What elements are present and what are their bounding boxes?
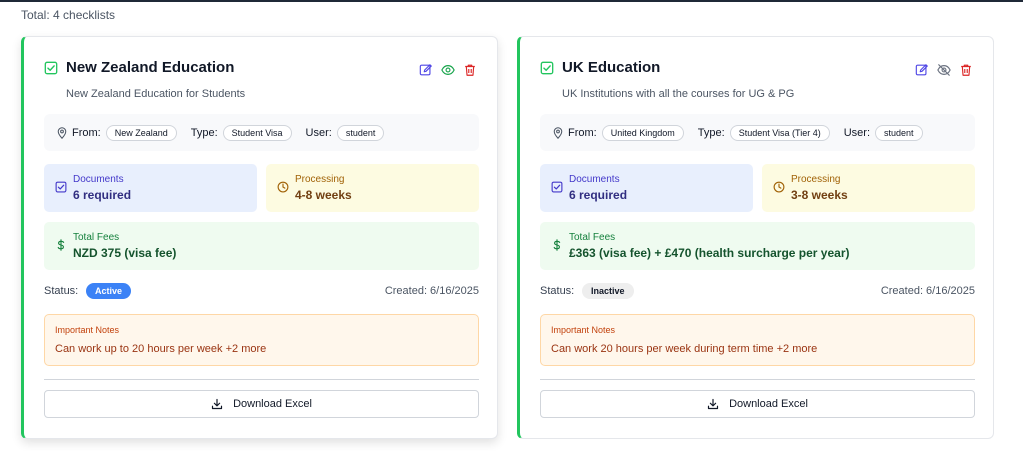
trash-icon[interactable]	[463, 63, 477, 77]
dollar-icon	[55, 239, 67, 251]
checkbox-icon	[551, 181, 563, 193]
edit-icon[interactable]	[419, 63, 433, 77]
checklist-check-icon	[540, 61, 554, 75]
fees-value: £363 (visa fee) + £470 (health surcharge…	[569, 246, 850, 260]
documents-label: Documents	[569, 174, 620, 185]
fees-label: Total Fees	[569, 232, 616, 243]
processing-label: Processing	[791, 174, 841, 185]
checklist-card: UK Education UK Institutions with all th…	[517, 36, 994, 439]
download-excel-button[interactable]: Download Excel	[540, 390, 975, 418]
user-label: User:	[305, 126, 332, 139]
eye-icon[interactable]	[441, 63, 455, 77]
documents-value: 6 required	[73, 188, 132, 202]
processing-value: 4-8 weeks	[295, 188, 352, 202]
fees-box: Total Fees £363 (visa fee) + £470 (healt…	[540, 222, 975, 270]
notes-label: Important Notes	[551, 325, 616, 335]
created-date: Created: 6/16/2025	[384, 285, 479, 297]
status-row: Status: Active Created: 6/16/2025	[44, 283, 479, 301]
card-actions	[915, 63, 973, 77]
type-label: Type:	[697, 126, 725, 139]
dollar-icon	[551, 239, 563, 251]
clock-icon	[773, 181, 785, 193]
download-icon	[707, 398, 719, 410]
status-badge: Inactive	[582, 283, 634, 299]
checkbox-icon	[55, 181, 67, 193]
from-value: United Kingdom	[601, 124, 684, 141]
user-value: student	[336, 124, 385, 141]
card-title: UK Education	[562, 59, 661, 76]
important-notes: Important Notes Can work 20 hours per we…	[540, 314, 975, 366]
type-value: Student Visa	[222, 124, 292, 141]
card-title-row: UK Education	[540, 59, 660, 76]
type-label: Type:	[190, 126, 218, 139]
documents-box: Documents 6 required	[540, 164, 753, 212]
card-description: New Zealand Education for Students	[66, 88, 246, 100]
notes-text: Can work up to 20 hours per week +2 more	[55, 343, 267, 355]
map-pin-icon	[56, 126, 68, 139]
card-actions	[419, 63, 477, 77]
card-title-row: New Zealand Education	[44, 59, 234, 76]
card-description: UK Institutions with all the courses for…	[562, 88, 795, 100]
status-label: Status:	[44, 285, 79, 297]
fees-label: Total Fees	[73, 232, 120, 243]
documents-box: Documents 6 required	[44, 164, 257, 212]
notes-text: Can work 20 hours per week during term t…	[551, 343, 818, 355]
status-badge: Active	[86, 283, 132, 299]
status-label: Status:	[540, 285, 575, 297]
checklist-count: Total: 4 checklists	[21, 8, 116, 22]
from-value: New Zealand	[105, 124, 177, 141]
card-title: New Zealand Education	[66, 59, 235, 76]
checklist-card: New Zealand Education New Zealand Educat…	[21, 36, 498, 439]
status-row: Status: Inactive Created: 6/16/2025	[540, 283, 975, 301]
documents-value: 6 required	[569, 188, 628, 202]
card-meta: From: New Zealand Type: Student Visa Use…	[44, 114, 479, 151]
download-excel-button[interactable]: Download Excel	[44, 390, 479, 418]
processing-box: Processing 4-8 weeks	[266, 164, 479, 212]
trash-icon[interactable]	[959, 63, 973, 77]
from-label: From:	[72, 126, 101, 139]
divider	[44, 379, 479, 380]
notes-label: Important Notes	[55, 325, 120, 335]
download-label: Download Excel	[233, 398, 312, 410]
fees-box: Total Fees NZD 375 (visa fee)	[44, 222, 479, 270]
eye-off-icon[interactable]	[937, 63, 951, 77]
processing-value: 3-8 weeks	[791, 188, 848, 202]
created-date: Created: 6/16/2025	[880, 285, 975, 297]
fees-value: NZD 375 (visa fee)	[73, 246, 177, 260]
divider	[540, 379, 975, 380]
download-icon	[211, 398, 223, 410]
user-value: student	[875, 124, 923, 141]
download-label: Download Excel	[729, 398, 808, 410]
map-pin-icon	[552, 126, 564, 139]
documents-label: Documents	[73, 174, 124, 185]
type-value: Student Visa (Tier 4)	[729, 124, 830, 141]
processing-label: Processing	[295, 174, 345, 185]
user-label: User:	[843, 126, 871, 139]
edit-icon[interactable]	[915, 63, 929, 77]
top-border	[0, 0, 1023, 2]
card-meta: From: United Kingdom Type: Student Visa …	[540, 114, 975, 151]
checklist-check-icon	[44, 61, 58, 75]
processing-box: Processing 3-8 weeks	[762, 164, 975, 212]
important-notes: Important Notes Can work up to 20 hours …	[44, 314, 479, 366]
from-label: From:	[568, 126, 597, 139]
clock-icon	[277, 181, 289, 193]
